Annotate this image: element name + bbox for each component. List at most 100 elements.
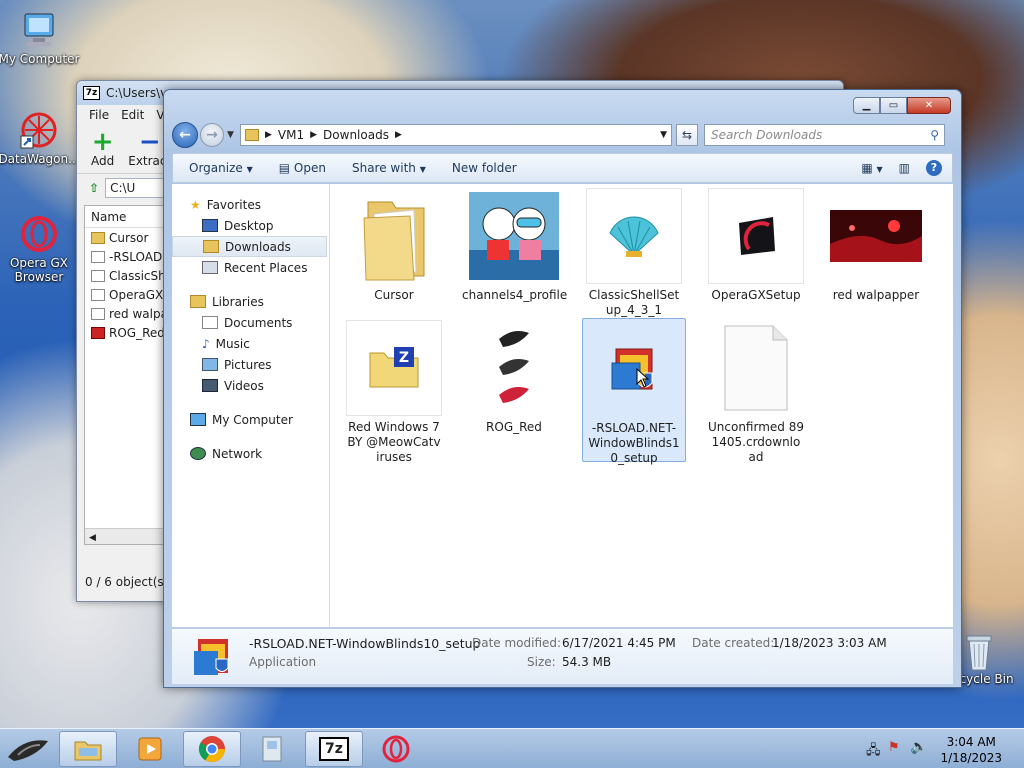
breadcrumb-downloads[interactable]: Downloads	[323, 128, 389, 142]
search-input[interactable]: Search Downloads ⚲	[704, 124, 945, 146]
network-tray-icon[interactable]: 🖧	[866, 741, 881, 763]
volume-icon[interactable]: 🔈	[910, 739, 927, 755]
file-item-operagxsetup[interactable]: OperaGXSetup	[704, 188, 808, 303]
nav-my-computer[interactable]: My Computer	[172, 409, 329, 430]
chevron-down-icon: ▼	[876, 165, 883, 174]
nav-label: Music	[215, 336, 250, 351]
taskbar-opera-gx[interactable]	[367, 731, 425, 767]
change-view-button[interactable]: ▦ ▼	[861, 161, 882, 175]
menu-file[interactable]: File	[89, 108, 109, 122]
folder-icon	[346, 188, 442, 284]
file-item-unconfirmed-crdownload[interactable]: Unconfirmed 891405.crdownload	[704, 320, 808, 465]
file-item-label: Unconfirmed 891405.crdownload	[708, 420, 804, 464]
organize-button[interactable]: Organize ▼	[189, 161, 253, 175]
close-button[interactable]: ✕	[907, 97, 951, 114]
nav-label: Recent Places	[224, 260, 308, 275]
file-item-label: ClassicShellSetup_4_3_1	[588, 288, 680, 317]
forward-arrow-icon: →	[206, 127, 218, 143]
new-folder-button[interactable]: New folder	[452, 161, 517, 175]
share-with-button[interactable]: Share with ▼	[352, 161, 426, 175]
nav-libraries[interactable]: Libraries	[172, 291, 329, 312]
taskbar-chrome[interactable]	[183, 731, 241, 767]
nav-network[interactable]: Network	[172, 443, 329, 464]
details-filename: -RSLOAD.NET-WindowBlinds10_setup	[249, 636, 481, 651]
file-item-label: OperaGXSetup	[711, 288, 801, 302]
image-thumbnail-icon	[466, 320, 562, 416]
taskbar-media-player[interactable]	[121, 731, 179, 767]
action-center-icon[interactable]: ⚑	[888, 740, 900, 755]
add-button[interactable]: + Add	[91, 129, 115, 168]
recent-pages-dropdown-icon[interactable]: ▼	[227, 130, 237, 140]
maximize-button[interactable]: ▭	[880, 97, 907, 114]
breadcrumb-vm1[interactable]: VM1	[278, 128, 304, 142]
forward-button[interactable]: →	[200, 123, 224, 147]
details-installer-icon	[190, 635, 234, 682]
nav-downloads[interactable]: Downloads	[172, 236, 327, 257]
nav-documents[interactable]: Documents	[172, 312, 329, 333]
details-modified-label: Date modified:	[472, 636, 562, 650]
chevron-right-icon[interactable]: ▶	[310, 130, 317, 140]
file-item-red-windows-7[interactable]: Z Red Windows 7 BY @MeowCatviruses	[342, 320, 446, 465]
taskbar-explorer[interactable]	[59, 731, 117, 767]
music-icon: ♪	[202, 336, 210, 351]
help-button[interactable]: ?	[926, 160, 942, 176]
up-folder-icon[interactable]: ⇧	[89, 181, 99, 195]
search-icon[interactable]: ⚲	[930, 128, 939, 142]
network-icon	[190, 447, 206, 460]
details-created-value: 1/18/2023 3:03 AM	[772, 636, 887, 650]
computer-icon	[190, 413, 206, 426]
desktop-icon-my-computer[interactable]: My Computer	[0, 10, 80, 66]
file-item-channels4-profile[interactable]: channels4_profile	[462, 188, 567, 303]
nav-desktop[interactable]: Desktop	[172, 215, 329, 236]
file-item-cursor[interactable]: Cursor	[342, 188, 446, 303]
preview-pane-button[interactable]: ▥	[899, 161, 910, 175]
file-item-rsload-windowblinds[interactable]: -RSLOAD.NET-WindowBlinds10_setup	[582, 318, 686, 465]
taskbar-installer[interactable]	[243, 731, 301, 767]
7zip-title: C:\Users\v	[106, 86, 168, 100]
add-label: Add	[91, 154, 115, 168]
file-item-classicshellsetup[interactable]: ClassicShellSetup_4_3_1	[582, 188, 686, 318]
desktop-icon-opera-gx[interactable]: Opera GX Browser	[0, 214, 80, 284]
image-file-icon	[91, 326, 105, 339]
refresh-icon: ⇆	[681, 128, 693, 142]
explorer-window[interactable]: ▁ ▭ ✕ ← → ▼ ▶ VM1 ▶ Downloads ▶ ▼ ⇆ Sear…	[163, 89, 962, 688]
menu-edit[interactable]: Edit	[121, 108, 144, 122]
chevron-right-icon[interactable]: ▶	[395, 130, 402, 140]
taskbar-7zip[interactable]: 7z	[305, 731, 363, 767]
back-button[interactable]: ←	[172, 122, 198, 148]
maximize-icon: ▭	[888, 100, 899, 111]
scroll-left-icon[interactable]: ◀	[85, 533, 96, 543]
file-item-label: Cursor	[374, 288, 414, 302]
close-icon: ✕	[924, 100, 934, 111]
refresh-button[interactable]: ⇆	[676, 124, 698, 146]
file-item-label: Red Windows 7 BY @MeowCatviruses	[347, 420, 441, 464]
address-dropdown-icon[interactable]: ▼	[660, 130, 667, 140]
minus-icon: −	[138, 127, 161, 157]
clock-time: 3:04 AM	[946, 735, 996, 749]
nav-label: Downloads	[225, 239, 291, 254]
open-icon: ▤	[278, 161, 291, 175]
clock[interactable]: 3:04 AM 1/18/2023	[940, 734, 1002, 766]
system-tray: 🖧 ⚑ 🔈 3:04 AM 1/18/2023	[854, 729, 1024, 768]
organize-label: Organize	[189, 161, 243, 175]
svg-text:Z: Z	[399, 350, 409, 366]
nav-label: Libraries	[212, 294, 264, 309]
nav-recent-places[interactable]: Recent Places	[172, 257, 329, 278]
file-item-rog-red[interactable]: ROG_Red	[462, 320, 566, 435]
open-button[interactable]: ▤ Open	[279, 161, 326, 175]
nav-videos[interactable]: Videos	[172, 375, 329, 396]
file-item-red-walpapper[interactable]: red walpapper	[824, 188, 928, 303]
start-button[interactable]	[0, 731, 54, 767]
nav-favorites[interactable]: ★ Favorites	[172, 194, 329, 215]
address-bar[interactable]: ▶ VM1 ▶ Downloads ▶ ▼	[240, 124, 672, 146]
desktop-icon	[202, 219, 218, 232]
blank-file-icon	[708, 320, 804, 416]
chevron-right-icon[interactable]: ▶	[265, 130, 272, 140]
file-item-label: red walpapper	[832, 288, 920, 302]
nav-pictures[interactable]: Pictures	[172, 354, 329, 375]
nav-music[interactable]: ♪ Music	[172, 333, 329, 354]
desktop-icon-datawagon[interactable]: DataWagon...	[0, 110, 80, 166]
file-view[interactable]: Cursor channels4_profile ClassicShellSet…	[330, 184, 953, 627]
minimize-button[interactable]: ▁	[853, 97, 880, 114]
list-item-label: Cursor	[109, 230, 149, 245]
